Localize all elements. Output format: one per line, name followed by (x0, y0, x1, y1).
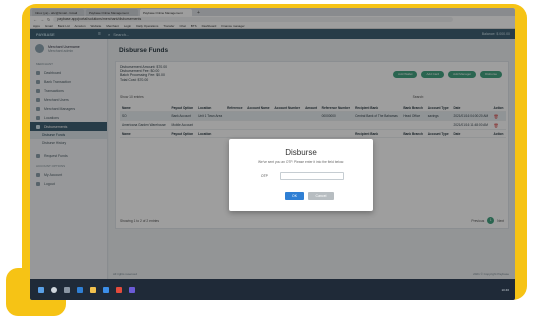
otp-label: OTP (261, 174, 268, 178)
ok-button[interactable]: OK (285, 192, 304, 200)
store-icon[interactable] (103, 286, 109, 293)
cancel-button[interactable]: Cancel (308, 192, 334, 200)
chrome-icon[interactable] (116, 286, 122, 293)
clock: 10:46 (501, 287, 509, 292)
app-icon[interactable] (129, 286, 135, 293)
modal-subtitle: We've sent you an OTP. Please enter it i… (257, 160, 345, 164)
task-view-icon[interactable] (64, 286, 70, 293)
edge-icon[interactable] (77, 286, 83, 293)
otp-input[interactable] (280, 172, 344, 180)
folder-icon[interactable] (90, 286, 96, 293)
screen: Inbox (ya) - abc@Gmail - Gmail Paybase O… (30, 8, 515, 300)
os-taskbar: 10:46 (30, 279, 515, 300)
start-icon[interactable] (38, 286, 44, 293)
disburse-modal: Disburse We've sent you an OTP. Please e… (229, 139, 373, 211)
modal-title: Disburse (285, 148, 317, 157)
search-icon[interactable] (51, 286, 57, 293)
